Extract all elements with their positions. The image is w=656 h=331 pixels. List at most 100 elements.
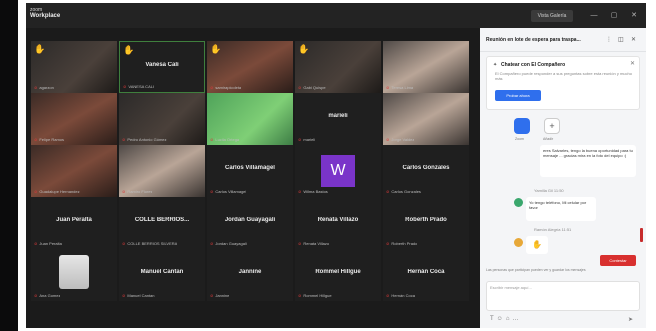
participant-footer-label: Teresa Lima	[391, 85, 414, 90]
participant-tile[interactable]: ⊘ Teresa Lima	[383, 41, 469, 93]
participant-tile[interactable]: ✋ ⊘ Gabi Quispe	[295, 41, 381, 93]
left-screen-edge	[0, 0, 18, 331]
participant-tile[interactable]: Rommel Hillgue ⊘ Rommel Hillgue	[295, 249, 381, 301]
chat-scrollbar[interactable]	[640, 228, 643, 242]
participant-tile[interactable]: Roberth Prado ⊘ Roberth Prado	[383, 197, 469, 249]
participant-footer: ⊘ Jordan Guayagali	[210, 241, 247, 246]
promo-close-icon[interactable]: ✕	[630, 60, 635, 67]
participant-footer: ⊘ Carlos Gonzales	[386, 189, 421, 194]
muted-mic-icon: ⊘	[386, 189, 390, 194]
participant-footer: ⊘ Teresa Lima	[386, 85, 413, 90]
participant-tile[interactable]: Jordan Guayagali ⊘ Jordan Guayagali	[207, 197, 293, 249]
participant-footer: ⊘ Lucila Ortega	[210, 137, 239, 142]
minimize-icon[interactable]: —	[589, 10, 599, 22]
participant-tile[interactable]: ⊘ Ana Gomez	[31, 249, 117, 301]
input-toolbar: T☺⌂…	[490, 316, 521, 322]
muted-mic-icon: ⊘	[210, 137, 214, 142]
try-now-button[interactable]: Probar ahora	[495, 90, 541, 101]
participant-footer-label: Manuel Cantan	[127, 293, 155, 298]
participant-footer-label: Guadalupe Hernandez	[39, 189, 80, 194]
participant-footer: ⊘ VANESA CALI	[123, 84, 154, 89]
participant-name: Carlos Villamagel	[225, 165, 275, 171]
chat-notice: Las personas que participan pueden ver y…	[486, 268, 586, 272]
avatar	[514, 198, 523, 207]
participant-tile[interactable]: W ⊘ Wilma Bastos	[295, 145, 381, 197]
popout-icon[interactable]: ◫	[618, 36, 624, 43]
chat-title: Reunión en lote de espera para traspa...	[486, 37, 581, 43]
reply-button[interactable]: Contestar	[600, 255, 636, 266]
participant-tile[interactable]: ✋ ⊘ samirapicoleta	[207, 41, 293, 93]
participant-tile[interactable]: ⊘ Pedro Antonio Gómez	[119, 93, 205, 145]
close-icon[interactable]: ✕	[629, 10, 639, 22]
chat-close-icon[interactable]: ✕	[631, 36, 636, 43]
chat-message: eres Salvarles, tengo la buena oportunid…	[540, 145, 636, 177]
chat-sender: Ramón Alegría 11:51	[534, 227, 572, 232]
participant-tile[interactable]: Manuel Cantan ⊘ Manuel Cantan	[119, 249, 205, 301]
participant-footer: ⊘ Renata Villazo	[298, 241, 329, 246]
participant-footer: ⊘ COLLE BERRIOS SILVERA	[122, 241, 177, 246]
more-icon[interactable]: ⋮	[606, 36, 612, 43]
participant-footer: ⊘ Guadalupe Hernandez	[34, 189, 80, 194]
participant-tile[interactable]: Juan Peralta ⊘ Juan Peralta	[31, 197, 117, 249]
muted-mic-icon: ⊘	[122, 189, 126, 194]
maximize-icon[interactable]: ▢	[609, 10, 619, 22]
participant-tile[interactable]: marieli ⊘ marieli	[295, 93, 381, 145]
participant-footer: ⊘ Pedro Antonio Gómez	[122, 137, 167, 142]
add-app-icon[interactable]: +	[544, 118, 560, 134]
zoom-app-icon[interactable]	[514, 118, 530, 134]
participant-name: Roberth Prado	[405, 217, 447, 223]
participant-footer: ⊘ Manuel Cantan	[122, 293, 155, 298]
participant-tile[interactable]: Carlos Gonzales ⊘ Carlos Gonzales	[383, 145, 469, 197]
chat-sender: Yamilla Gil 11:50	[534, 188, 564, 193]
participant-footer: ⊘ agarzon	[34, 85, 54, 90]
participant-tile[interactable]: ✋ ⊘ agarzon	[31, 41, 117, 93]
muted-mic-icon: ⊘	[122, 241, 126, 246]
participant-tile[interactable]: Jannine ⊘ Jannine	[207, 249, 293, 301]
muted-mic-icon: ⊘	[123, 84, 127, 89]
muted-mic-icon: ⊘	[122, 293, 126, 298]
emoji-icon[interactable]: ☺	[497, 316, 506, 322]
participant-tile[interactable]: ⊘ Ramiro Flores	[119, 145, 205, 197]
participant-tile[interactable]: ⊘ Felipe Ramos	[31, 93, 117, 145]
participant-footer: ⊘ Juan Peralta	[34, 241, 62, 246]
participant-tile[interactable]: Carlos Villamagel ⊘ Carlos Villamagel	[207, 145, 293, 197]
participant-tile[interactable]: Hernán Coca ⊘ Hernán Coca	[383, 249, 469, 301]
participant-name: Hernán Coca	[407, 269, 445, 275]
participant-footer-label: VANESA CALI	[128, 84, 155, 89]
muted-mic-icon: ⊘	[298, 137, 302, 142]
participant-footer-label: agarzon	[39, 85, 54, 90]
participant-tile[interactable]: Renata Villazo ⊘ Renata Villazo	[295, 197, 381, 249]
add-app-label: Añadir	[543, 137, 554, 141]
participant-footer: ⊘ Hernán Coca	[386, 293, 415, 298]
zoom-app-label: Zoom	[515, 137, 524, 141]
participant-name: Carlos Gonzales	[402, 165, 450, 171]
chat-input[interactable]: Escribir mensaje aquí...	[486, 281, 640, 311]
participant-tile[interactable]: ⊘ Guadalupe Hernandez	[31, 145, 117, 197]
muted-mic-icon: ⊘	[34, 241, 38, 246]
participant-footer-label: Ramiro Flores	[127, 189, 153, 194]
participant-grid: ✋ ⊘ agarzon ✋ Vanesa Cali ⊘ VANESA CALI ✋ ⊘ samir…	[31, 41, 471, 303]
participant-footer-label: Jorge Valdez	[391, 137, 415, 142]
participant-footer-label: COLLE BERRIOS SILVERA	[127, 241, 178, 246]
participant-name: Manuel Cantan	[140, 269, 184, 275]
participant-footer-label: Carlos Villamagel	[215, 189, 247, 194]
participant-footer-label: Roberth Prado	[391, 241, 418, 246]
muted-mic-icon: ⊘	[298, 241, 302, 246]
view-toggle-button[interactable]: Vista Galería	[531, 10, 573, 22]
participant-footer-label: Jannine	[215, 293, 230, 298]
participant-tile[interactable]: ⊘ Lucila Ortega	[207, 93, 293, 145]
format-text-icon[interactable]: T	[490, 316, 497, 322]
participant-tile[interactable]: ⊘ Jorge Valdez	[383, 93, 469, 145]
participant-tile[interactable]: COLLE BERRIOS... ⊘ COLLE BERRIOS SILVERA	[119, 197, 205, 249]
send-icon[interactable]: ➤	[628, 316, 633, 323]
participant-footer: ⊘ Ramiro Flores	[122, 189, 152, 194]
promo-title: Chatear con El Compañero	[501, 62, 566, 68]
participant-footer-label: Lucila Ortega	[215, 137, 240, 142]
brand-name: Workplace	[30, 13, 61, 19]
participant-footer-label: Felipe Ramos	[39, 137, 65, 142]
more-tools-icon[interactable]: …	[512, 316, 521, 322]
raised-hand-icon: ✋	[210, 44, 222, 54]
participant-footer: ⊘ Ana Gomez	[34, 293, 60, 298]
participant-tile[interactable]: ✋ Vanesa Cali ⊘ VANESA CALI	[119, 41, 205, 93]
app-brand: zoom Workplace	[30, 8, 61, 20]
